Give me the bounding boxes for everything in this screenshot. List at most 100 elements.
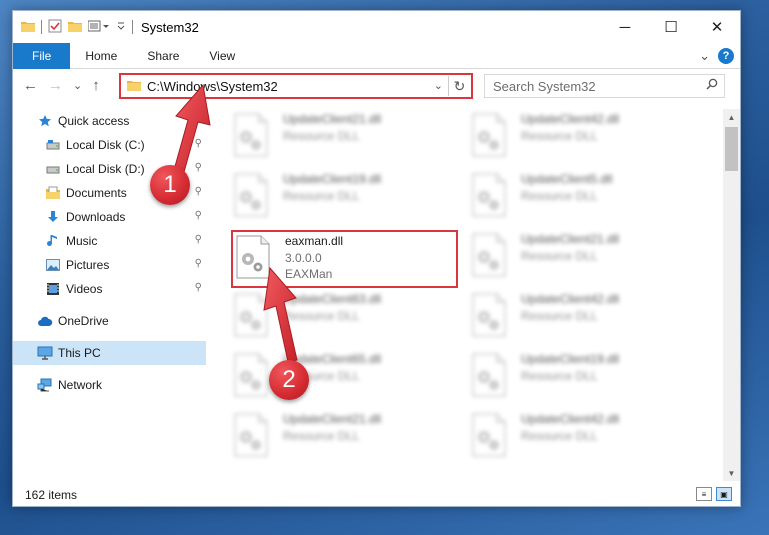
properties-icon[interactable] — [48, 19, 62, 36]
new-folder-icon[interactable] — [68, 20, 82, 35]
dll-file-icon — [471, 293, 511, 341]
drive-icon — [45, 137, 61, 153]
file-description: Resource DLL — [521, 309, 598, 323]
pin-icon[interactable]: ⚲ — [195, 186, 202, 197]
chevron-down-icon[interactable]: ⌄ — [434, 79, 443, 92]
file-name: UpdateClient21.dll — [283, 412, 382, 426]
network-icon — [37, 377, 53, 393]
quick-access-toolbar — [13, 19, 133, 36]
pin-icon[interactable]: ⚲ — [195, 210, 202, 221]
folder-icon — [21, 20, 35, 35]
file-item[interactable]: UpdateClient19.dll Resource DLL — [471, 349, 691, 405]
sidebar-item-label: This PC — [58, 346, 101, 360]
sidebar-item-label: Music — [66, 234, 98, 248]
file-description: Resource DLL — [283, 129, 360, 143]
search-box[interactable]: Search System32 — [484, 74, 725, 98]
dll-file-icon — [233, 413, 273, 461]
file-name: UpdateClient21.dll — [521, 232, 620, 246]
address-path[interactable]: C:\Windows\System32 — [147, 79, 278, 94]
dll-file-icon — [471, 413, 511, 461]
file-description: Resource DLL — [521, 249, 598, 263]
sidebar-item-videos[interactable]: Videos ⚲ — [13, 277, 206, 301]
monitor-icon — [37, 345, 53, 361]
sidebar-item-quick-access[interactable]: Quick access — [13, 109, 206, 133]
search-input[interactable]: Search System32 — [493, 79, 596, 94]
tab-file[interactable]: File — [13, 42, 71, 69]
file-item[interactable]: UpdateClient42.dll Resource DLL — [471, 289, 691, 345]
close-button[interactable]: ✕ — [694, 11, 740, 43]
ribbon-right-controls: ⌄ ? — [699, 43, 734, 69]
file-name: UpdateClient19.dll — [283, 172, 382, 186]
dll-file-icon — [471, 173, 511, 221]
file-item[interactable]: UpdateClient19.dll Resource DLL — [233, 169, 453, 225]
file-item[interactable]: UpdateClient65.dll Resource DLL — [233, 349, 453, 405]
nav-arrows: ← → ⌄ ↑ — [13, 77, 118, 94]
sidebar-item-network[interactable]: Network — [13, 373, 206, 397]
tab-share[interactable]: Share — [132, 43, 194, 69]
address-bar[interactable]: C:\Windows\System32 ⌄ ↻ — [119, 73, 473, 99]
callout-badge-1: 1 — [150, 165, 190, 205]
caption-buttons: ─ ☐ ✕ — [602, 11, 740, 43]
pin-icon[interactable]: ⚲ — [195, 282, 202, 293]
pin-icon[interactable]: ⚲ — [195, 138, 202, 149]
file-name: UpdateClient42.dll — [521, 412, 620, 426]
sidebar-item-downloads[interactable]: Downloads ⚲ — [13, 205, 206, 229]
window-title: System32 — [141, 19, 199, 35]
file-item[interactable]: UpdateClient63.dll Resource DLL — [233, 289, 453, 345]
tab-home[interactable]: Home — [70, 43, 132, 69]
dll-file-icon — [233, 173, 273, 221]
cloud-icon — [37, 313, 53, 329]
sidebar-item-local-disk-c[interactable]: Local Disk (C:) ⚲ — [13, 133, 206, 157]
file-item[interactable]: UpdateClient5.dll Resource DLL — [471, 169, 691, 225]
sidebar-item-onedrive[interactable]: OneDrive — [13, 309, 206, 333]
explorer-window: System32 ─ ☐ ✕ File Home Share View ⌄ ? … — [12, 10, 741, 507]
star-icon — [37, 113, 53, 129]
sidebar-item-pictures[interactable]: Pictures ⚲ — [13, 253, 206, 277]
scrollbar-thumb[interactable] — [725, 127, 738, 171]
up-button[interactable]: ↑ — [92, 77, 100, 94]
expand-ribbon-icon[interactable]: ⌄ — [699, 48, 710, 64]
toolbar-separator — [132, 20, 133, 34]
file-item[interactable]: UpdateClient42.dll Resource DLL — [471, 409, 691, 465]
maximize-button[interactable]: ☐ — [648, 11, 694, 43]
file-description: Resource DLL — [283, 189, 360, 203]
large-icons-view-icon[interactable]: ▣ — [716, 487, 732, 501]
recent-locations-button[interactable]: ⌄ — [73, 79, 82, 92]
pin-icon[interactable]: ⚲ — [195, 258, 202, 269]
search-icon[interactable] — [706, 78, 718, 93]
file-name: UpdateClient5.dll — [521, 172, 613, 186]
forward-button[interactable]: → — [48, 77, 63, 94]
file-description: Resource DLL — [283, 429, 360, 443]
view-switcher: ≡ ▣ — [696, 487, 732, 501]
sidebar-item-label: Local Disk (C:) — [66, 138, 145, 152]
ribbon-tabs: File Home Share View ⌄ ? — [13, 42, 740, 69]
dll-file-icon — [233, 113, 273, 161]
tab-view[interactable]: View — [194, 43, 250, 69]
file-item[interactable]: UpdateClient21.dll Resource DLL — [233, 409, 453, 465]
sidebar-item-label: Downloads — [66, 210, 126, 224]
toolbar-dropdown-icon[interactable] — [116, 20, 126, 34]
pin-icon[interactable]: ⚲ — [195, 234, 202, 245]
file-item[interactable]: UpdateClient21.dll Resource DLL — [233, 109, 453, 165]
sidebar-item-this-pc[interactable]: This PC — [13, 341, 206, 365]
details-view-icon[interactable]: ≡ — [696, 487, 712, 501]
back-button[interactable]: ← — [23, 77, 38, 94]
sidebar-item-label: Documents — [66, 186, 127, 200]
scroll-down-icon[interactable]: ▼ — [723, 465, 740, 481]
file-item[interactable]: UpdateClient21.dll Resource DLL — [471, 229, 691, 285]
navigation-bar: ← → ⌄ ↑ C:\Windows\System32 ⌄ ↻ Search S… — [13, 69, 740, 101]
scroll-up-icon[interactable]: ▲ — [723, 109, 740, 125]
file-item[interactable]: UpdateClient42.dll Resource DLL — [471, 109, 691, 165]
sidebar-item-label: Quick access — [58, 114, 130, 128]
dll-file-icon — [233, 293, 273, 341]
help-icon[interactable]: ? — [718, 48, 734, 64]
sidebar-item-music[interactable]: Music ⚲ — [13, 229, 206, 253]
minimize-button[interactable]: ─ — [602, 11, 648, 43]
customize-toolbar-icon[interactable] — [87, 20, 110, 35]
pin-icon[interactable]: ⚲ — [195, 162, 202, 173]
navigation-pane: Quick access Local Disk (C:) ⚲ Local Dis… — [13, 109, 206, 481]
file-description: Resource DLL — [521, 189, 598, 203]
refresh-button[interactable]: ↻ — [448, 76, 470, 96]
sidebar-item-label: Pictures — [66, 258, 110, 272]
vertical-scrollbar[interactable]: ▲ ▼ — [723, 109, 740, 481]
